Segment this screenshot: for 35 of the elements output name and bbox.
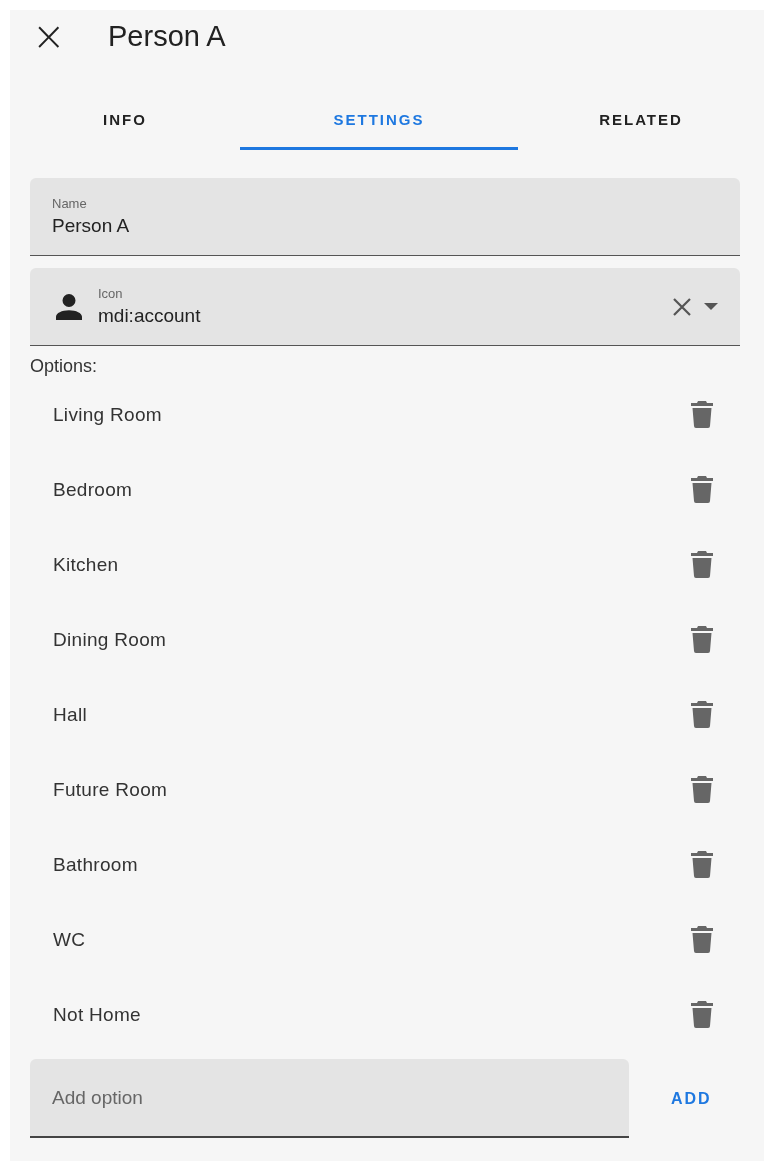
option-name: Living Room [53,403,162,426]
trash-icon[interactable] [690,1000,714,1029]
option-name: Not Home [53,1003,141,1026]
name-field[interactable]: Name Person A [30,178,740,256]
trash-icon[interactable] [690,850,714,879]
field-value: Person A [52,215,131,237]
trash-icon[interactable] [690,475,714,504]
trash-icon[interactable] [690,400,714,429]
field-value: mdi:account [98,305,202,327]
trash-icon[interactable] [690,925,714,954]
icon-field[interactable]: Icon mdi:account [30,268,740,346]
option-name: Kitchen [53,553,119,576]
tab[interactable]: SETTINGS [240,92,518,150]
option-name: Dining Room [53,628,167,651]
options-label: Options: [30,356,99,377]
trash-icon[interactable] [690,775,714,804]
field-label: Icon [98,286,124,301]
close-button[interactable]: × [32,18,62,54]
field-label: Name [52,196,88,211]
person-icon [56,293,82,320]
clear-icon[interactable] [672,296,692,317]
option-name: Bedroom [53,478,133,501]
add-option-field[interactable]: Add option [30,1059,629,1138]
option-name: Hall [53,703,87,726]
option-name: WC [53,928,86,951]
option-name: Future Room [53,778,168,801]
trash-icon[interactable] [690,625,714,654]
trash-icon[interactable] [690,550,714,579]
dialog-title: Person A [108,19,226,53]
tab[interactable]: INFO [10,92,240,150]
option-name: Bathroom [53,853,138,876]
dropdown-caret-icon[interactable] [704,302,718,311]
add-button[interactable]: ADD [665,1083,718,1114]
tab[interactable]: RELATED [518,92,764,150]
trash-icon[interactable] [690,700,714,729]
